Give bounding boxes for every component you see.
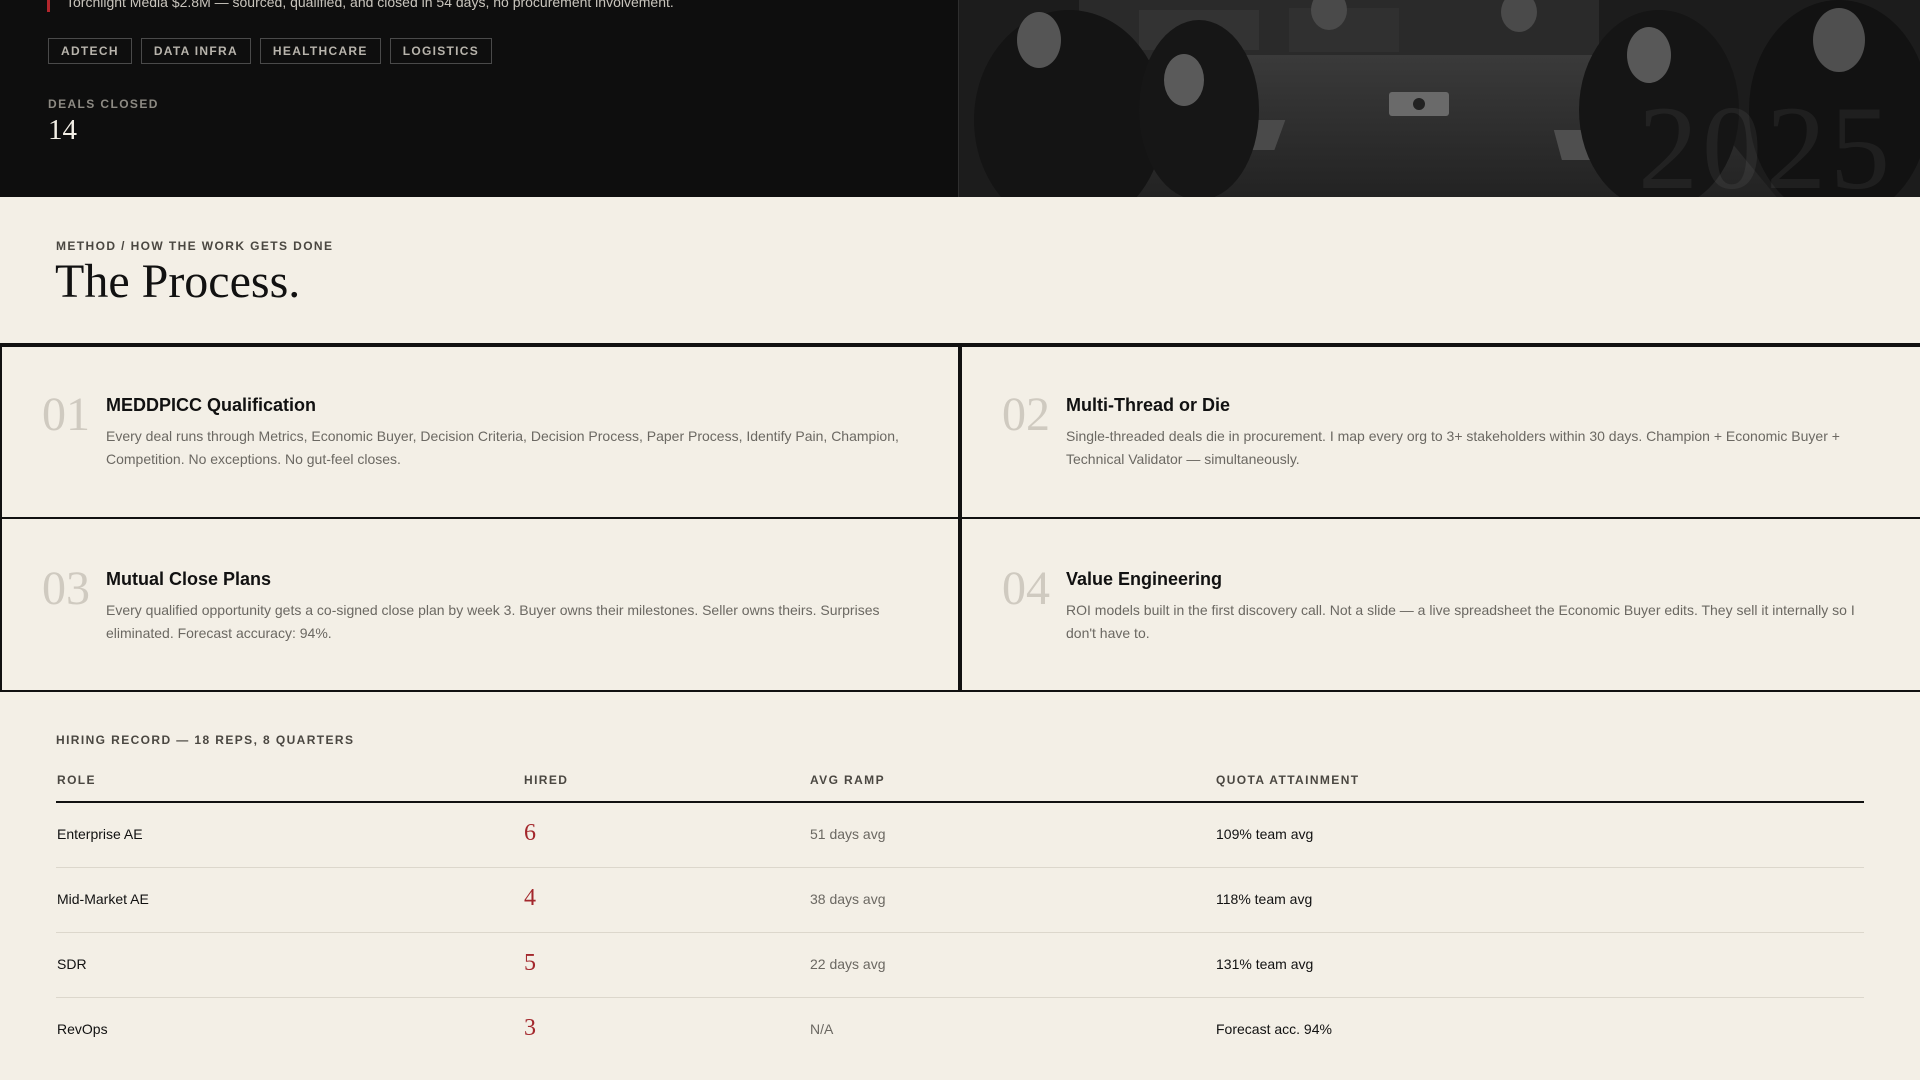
process-card-01: 01 MEDDPICC Qualification Every deal run… bbox=[0, 345, 960, 519]
table-row: SDR 5 22 days avg 131% team avg bbox=[56, 933, 1864, 998]
cell-ramp: N/A bbox=[810, 1021, 834, 1037]
cell-quota: 131% team avg bbox=[1216, 956, 1314, 972]
hero-case-study: Torchlight Media $2.8M — sourced, qualif… bbox=[0, 0, 958, 197]
cell-role: SDR bbox=[57, 956, 87, 972]
case-quote: Torchlight Media $2.8M — sourced, qualif… bbox=[47, 0, 674, 12]
cell-hired: 4 bbox=[524, 885, 536, 911]
table-row: Mid-Market AE 4 38 days avg 118% team av… bbox=[56, 868, 1864, 933]
cell-role: RevOps bbox=[57, 1021, 108, 1037]
process-card-02: 02 Multi-Thread or Die Single-threaded d… bbox=[960, 345, 1920, 519]
step-number: 01 bbox=[42, 388, 90, 441]
table-row: RevOps 3 N/A Forecast acc. 94% bbox=[56, 998, 1864, 1062]
col-header-hired: HIRED bbox=[524, 773, 569, 787]
cell-quota: Forecast acc. 94% bbox=[1216, 1021, 1332, 1037]
tag-adtech[interactable]: ADTECH bbox=[48, 38, 132, 64]
tag-logistics[interactable]: LOGISTICS bbox=[389, 38, 493, 64]
deals-closed-label: DEALS CLOSED bbox=[48, 97, 159, 111]
quote-accent-bar bbox=[47, 0, 50, 12]
cell-ramp: 51 days avg bbox=[810, 826, 886, 842]
hiring-record-label: HIRING RECORD — 18 REPS, 8 QUARTERS bbox=[56, 733, 355, 747]
process-card-04: 04 Value Engineering ROI models built in… bbox=[960, 517, 1920, 692]
step-title: MEDDPICC Qualification bbox=[106, 395, 317, 415]
industry-tags: ADTECH DATA INFRA HEALTHCARE LOGISTICS bbox=[48, 38, 493, 64]
cell-role: Enterprise AE bbox=[57, 826, 143, 842]
hero-section: Torchlight Media $2.8M — sourced, qualif… bbox=[0, 0, 1920, 197]
tag-data-infra[interactable]: DATA INFRA bbox=[140, 38, 251, 64]
cell-ramp: 38 days avg bbox=[810, 891, 886, 907]
process-section-title: The Process. bbox=[55, 255, 301, 308]
table-row: Enterprise AE 6 51 days avg 109% team av… bbox=[56, 803, 1864, 868]
deals-closed-value: 14 bbox=[48, 114, 77, 146]
process-section-label: METHOD / HOW THE WORK GETS DONE bbox=[56, 239, 334, 253]
hero-photo: 2025 bbox=[959, 0, 1920, 197]
step-title: Value Engineering bbox=[1066, 569, 1223, 589]
step-title: Mutual Close Plans bbox=[106, 569, 272, 589]
hiring-table: ROLE HIRED AVG RAMP QUOTA ATTAINMENT Ent… bbox=[56, 771, 1864, 1062]
table-header: ROLE HIRED AVG RAMP QUOTA ATTAINMENT bbox=[56, 771, 1864, 803]
step-body: ROI models built in the first discovery … bbox=[1066, 602, 1855, 641]
step-body: Every deal runs through Metrics, Economi… bbox=[106, 428, 899, 467]
col-header-avg-ramp: AVG RAMP bbox=[810, 773, 885, 787]
cell-quota: 109% team avg bbox=[1216, 826, 1314, 842]
step-number: 02 bbox=[1002, 388, 1050, 441]
cell-hired: 6 bbox=[524, 820, 536, 846]
step-number: 04 bbox=[1002, 562, 1050, 615]
case-quote-text: Torchlight Media $2.8M — sourced, qualif… bbox=[66, 0, 674, 10]
col-header-quota-attainment: QUOTA ATTAINMENT bbox=[1216, 773, 1360, 787]
step-number: 03 bbox=[42, 562, 90, 615]
step-body: Every qualified opportunity gets a co-si… bbox=[106, 602, 880, 641]
cell-quota: 118% team avg bbox=[1216, 891, 1313, 907]
cell-role: Mid-Market AE bbox=[57, 891, 149, 907]
cell-ramp: 22 days avg bbox=[810, 956, 886, 972]
step-title: Multi-Thread or Die bbox=[1066, 395, 1231, 415]
step-body: Single-threaded deals die in procurement… bbox=[1066, 428, 1840, 467]
cell-hired: 3 bbox=[524, 1015, 536, 1041]
col-header-role: ROLE bbox=[57, 773, 96, 787]
cell-hired: 5 bbox=[524, 950, 536, 976]
process-card-03: 03 Mutual Close Plans Every qualified op… bbox=[0, 517, 960, 692]
tag-healthcare[interactable]: HEALTHCARE bbox=[259, 38, 381, 64]
photo-watermark: 2025 bbox=[1638, 81, 1894, 198]
